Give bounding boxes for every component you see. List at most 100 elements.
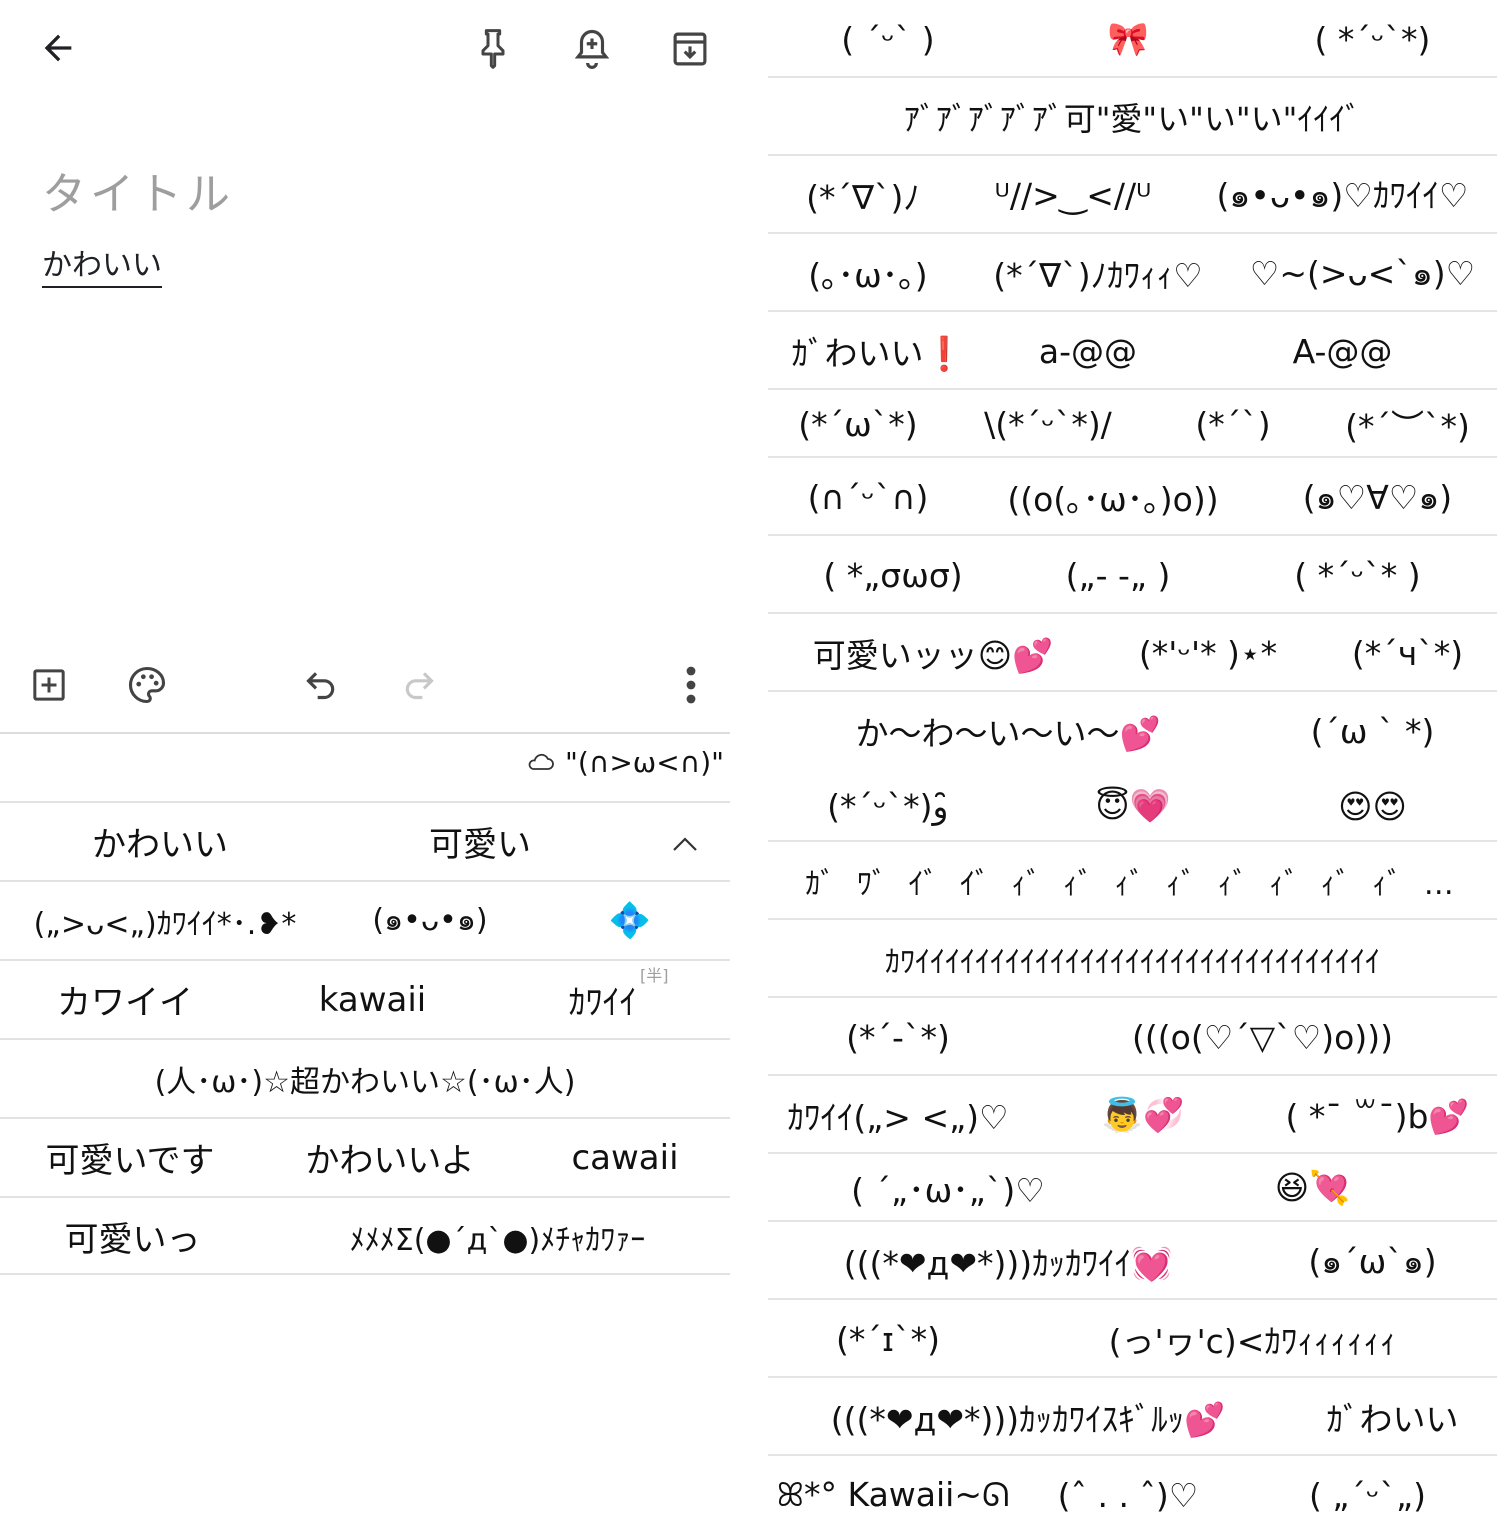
- ime-candidate[interactable]: ｶﾜｲｲ: [495, 975, 710, 1024]
- kaomoji-candidate[interactable]: (*´`): [1148, 405, 1318, 444]
- kaomoji-candidate[interactable]: (((*❤д❤*)))ｶｯｶﾜｲｲ💓: [768, 1237, 1248, 1285]
- ime-candidate[interactable]: かわいいよ: [260, 1133, 520, 1182]
- ime-candidate[interactable]: kawaii: [250, 980, 495, 1020]
- kaomoji-candidate[interactable]: (๑♡∀♡๑): [1258, 471, 1497, 524]
- ime-divider: [0, 1273, 730, 1275]
- kaomoji-candidate[interactable]: ( *´ᵕ`* ): [1218, 556, 1497, 595]
- pin-icon[interactable]: [468, 24, 518, 74]
- candidate-row: 可愛いッッ😊💕 (*'ᵕ'* )⋆* (*´ч`*): [768, 614, 1497, 692]
- kaomoji-candidate[interactable]: ( ´„･ω･„`)♡: [768, 1164, 1128, 1212]
- kaomoji-candidate[interactable]: (((*❤д❤*)))ｶｯｶﾜｲｽｷﾞﾙｯ💕: [768, 1393, 1288, 1441]
- kaomoji-candidate[interactable]: (*´ω`*): [768, 405, 948, 444]
- kaomoji-candidate[interactable]: („- -„ ): [1018, 556, 1218, 595]
- candidate-row: ( ˊᵕˋ ) 🎀( *´ᵕ`*): [768, 0, 1497, 78]
- ime-candidate-diamond-emoji[interactable]: 💠: [530, 901, 730, 941]
- archive-icon[interactable]: [664, 24, 716, 74]
- kaomoji-candidate[interactable]: 可愛いッッ😊💕: [768, 629, 1098, 677]
- note-body-text[interactable]: かわいい: [42, 246, 162, 288]
- kaomoji-candidate[interactable]: ( *´ᵕ`*): [1248, 20, 1497, 59]
- kaomoji-candidate[interactable]: (ˆ . . ˆ)♡: [1018, 1476, 1238, 1515]
- candidate-row: (∩´ᵕ`∩) ((o(｡･ω･｡)o)) (๑♡∀♡๑): [768, 458, 1497, 536]
- kaomoji-candidate[interactable]: (*´∇`)ﾉｶﾜｨｨ♡: [968, 249, 1228, 297]
- candidate-row: ｶﾞわいい❗ a-@@ A-@@: [768, 312, 1497, 390]
- candidate-row: (｡･ω･｡) (*´∇`)ﾉｶﾜｨｨ♡ ♡~(>ᴗ<`๑)♡: [768, 234, 1497, 312]
- kaomoji-candidate[interactable]: ♡~(>ᴗ<`๑)♡: [1228, 247, 1497, 300]
- ime-candidate[interactable]: かわいい: [0, 817, 320, 866]
- ime-prediction-bar[interactable]: "(∩>ω<∩)": [525, 746, 724, 779]
- kaomoji-candidate[interactable]: (∩´ᵕ`∩): [768, 478, 968, 517]
- kaomoji-candidate-list: ( ˊᵕˋ ) 🎀( *´ᵕ`*) ｱﾞｱﾞｱﾞｱﾞｱﾞ可"愛"い"い"い"ｲｲｲﾞ…: [768, 0, 1497, 1536]
- kaomoji-candidate[interactable]: ꕤ*° Kawaii~ᘏ: [768, 1475, 1018, 1515]
- ime-candidate[interactable]: 可愛いです: [0, 1133, 260, 1182]
- kaomoji-candidate[interactable]: ｶﾞわいい❗: [768, 327, 988, 375]
- candidate-row: ｶﾜｲｲ(„> <„)♡ 👼💞( *¯ ꒳¯)b💕: [768, 1076, 1497, 1154]
- kaomoji-candidate[interactable]: ( *¯ ꒳¯)b💕: [1258, 1094, 1497, 1137]
- reminder-bell-icon[interactable]: [566, 24, 618, 74]
- kaomoji-candidate[interactable]: (*´∇`)ﾉ: [768, 171, 958, 219]
- kaomoji-candidate[interactable]: ｶﾜｲｲ(„> <„)♡: [768, 1091, 1028, 1139]
- kaomoji-candidate[interactable]: 😇💗: [1018, 786, 1248, 826]
- kaomoji-candidate[interactable]: a-@@: [988, 332, 1188, 371]
- kaomoji-candidate[interactable]: ｶﾞわいい: [1288, 1393, 1497, 1441]
- candidate-row: (*´ω`*) \(*ˊᵕˋ*)/(*´`) (*´︶`*): [768, 390, 1497, 458]
- note-title-input[interactable]: タイトル: [42, 158, 234, 222]
- candidate-row: (*´ɪ`*) (っ'ヮ'c)<ｶﾜｨｨｨｨｨｨ: [768, 1300, 1497, 1378]
- kaomoji-candidate[interactable]: ((o(｡･ω･｡)o)): [968, 473, 1258, 521]
- kaomoji-candidate[interactable]: (๑•ᴗ•๑)♡ｶﾜｲｲ♡: [1188, 169, 1497, 222]
- ime-candidate-row: („>ᴗ<„)ｶﾜｲｲ*･.❥* (๑•ᴗ•๑) 💠: [0, 880, 730, 959]
- palette-icon[interactable]: [122, 660, 172, 710]
- kaomoji-candidate[interactable]: 😆💘: [1128, 1168, 1497, 1208]
- kaomoji-candidate[interactable]: (*'ᵕ'* )⋆*: [1098, 634, 1318, 673]
- kaomoji-candidate[interactable]: ( „ˊᵕˋ„): [1238, 1476, 1497, 1515]
- kaomoji-candidate[interactable]: \(*ˊᵕˋ*)/: [948, 405, 1148, 444]
- ime-candidate-row: (人･ω･)☆超かわいい☆(･ω･人): [0, 1038, 730, 1117]
- more-options-icon[interactable]: [666, 660, 716, 710]
- ime-prediction-text[interactable]: "(∩>ω<∩)": [565, 746, 724, 779]
- kaomoji-candidate[interactable]: ｶﾞ ﾜﾞ ｲﾞ ｲﾞ ｨﾞ ｨﾞ ｨﾞ ｨﾞ ｨﾞ ｨﾞ ｨﾞ ｨﾞ …: [768, 859, 1497, 903]
- collapse-candidates-chevron-icon[interactable]: [640, 822, 730, 862]
- kaomoji-candidate[interactable]: (*´ᵕ`*)ﻭ ̑̑: [768, 787, 1018, 826]
- candidate-row: ｶﾜｲｲｲｲｲｲｲｲｲｲｲｲｲｲｲｲｲｲｲｲｲｲｲｲｲｲｲｲｲｲｲ: [768, 920, 1497, 998]
- ime-candidate[interactable]: (๑•ᴗ•๑): [330, 897, 530, 944]
- kaomoji-candidate[interactable]: ( ˊᵕˋ ): [768, 20, 1008, 59]
- ime-candidate[interactable]: cawaii: [520, 1138, 730, 1178]
- candidate-row: ｱﾞｱﾞｱﾞｱﾞｱﾞ可"愛"い"い"い"ｲｲｲﾞ: [768, 78, 1497, 156]
- kaomoji-candidate[interactable]: ｶﾜｲｲｲｲｲｲｲｲｲｲｲｲｲｲｲｲｲｲｲｲｲｲｲｲｲｲｲｲｲｲｲ: [768, 937, 1497, 981]
- kaomoji-candidate[interactable]: 🎀: [1008, 19, 1248, 59]
- kaomoji-candidate[interactable]: 👼💞: [1028, 1095, 1258, 1135]
- candidate-row: ｶﾞ ﾜﾞ ｲﾞ ｲﾞ ｨﾞ ｨﾞ ｨﾞ ｨﾞ ｨﾞ ｨﾞ ｨﾞ ｨﾞ …: [768, 842, 1497, 920]
- kaomoji-candidate[interactable]: (´ω ` *): [1248, 712, 1497, 751]
- ime-candidate[interactable]: ﾒﾒﾒΣ(●´д`●)ﾒﾁｬｶﾜｧｰ: [265, 1215, 730, 1259]
- ime-candidate[interactable]: (人･ω･)☆超かわいい☆(･ω･人): [0, 1057, 730, 1101]
- kaomoji-candidate[interactable]: か〜わ〜い〜い〜💕: [768, 707, 1248, 755]
- candidate-row: (*´-`*) (((o(♡´▽`♡)o))): [768, 998, 1497, 1076]
- kaomoji-candidate[interactable]: A-@@: [1188, 332, 1497, 371]
- kaomoji-candidate[interactable]: (*´︶`*): [1318, 400, 1497, 448]
- candidate-row: か〜わ〜い〜い〜💕 (´ω ` *): [768, 692, 1497, 770]
- candidate-row: ꕤ*° Kawaii~ᘏ (ˆ . . ˆ)♡( „ˊᵕˋ„): [768, 1456, 1497, 1534]
- ime-candidate[interactable]: („>ᴗ<„)ｶﾜｲｲ*･.❥*: [0, 899, 330, 943]
- redo-icon[interactable]: [394, 660, 444, 710]
- back-arrow-icon[interactable]: [30, 24, 86, 72]
- kaomoji-candidate[interactable]: (*´ч`*): [1318, 634, 1497, 673]
- kaomoji-candidate[interactable]: (*´-`*): [768, 1018, 1028, 1057]
- candidate-row: ( ´„･ω･„`)♡ 😆💘: [768, 1154, 1497, 1222]
- kaomoji-candidate[interactable]: (っ'ヮ'c)<ｶﾜｨｨｨｨｨｨ: [1008, 1315, 1497, 1363]
- kaomoji-candidate[interactable]: (๑´ω`๑): [1248, 1235, 1497, 1288]
- kaomoji-candidate[interactable]: (((o(♡´▽`♡)o))): [1028, 1018, 1497, 1057]
- ime-candidate[interactable]: 可愛いっ: [0, 1212, 265, 1261]
- kaomoji-candidate[interactable]: 😍😍: [1248, 787, 1497, 826]
- kaomoji-candidate[interactable]: ᵁ//>‿<//ᵁ: [958, 176, 1188, 215]
- undo-icon[interactable]: [296, 660, 346, 710]
- kaomoji-candidate[interactable]: (*´ɪ`*): [768, 1320, 1008, 1359]
- candidate-row: ( *„σωσ) („- -„ )( *´ᵕ`* ): [768, 536, 1497, 614]
- kaomoji-candidate[interactable]: ( *„σωσ): [768, 556, 1018, 595]
- ime-candidate-row: 可愛いっ ﾒﾒﾒΣ(●´д`●)ﾒﾁｬｶﾜｧｰ: [0, 1196, 730, 1275]
- ime-candidate[interactable]: カワイイ: [0, 975, 250, 1024]
- candidate-row: (*´ᵕ`*)ﻭ ̑̑ 😇💗 😍😍: [768, 770, 1497, 842]
- kaomoji-candidate[interactable]: (｡･ω･｡): [768, 249, 968, 297]
- ime-candidate[interactable]: 可愛い: [320, 817, 640, 866]
- kaomoji-candidate[interactable]: ｱﾞｱﾞｱﾞｱﾞｱﾞ可"愛"い"い"い"ｲｲｲﾞ: [768, 94, 1497, 140]
- half-width-badge: [半]: [640, 966, 669, 985]
- add-box-icon[interactable]: [24, 660, 74, 710]
